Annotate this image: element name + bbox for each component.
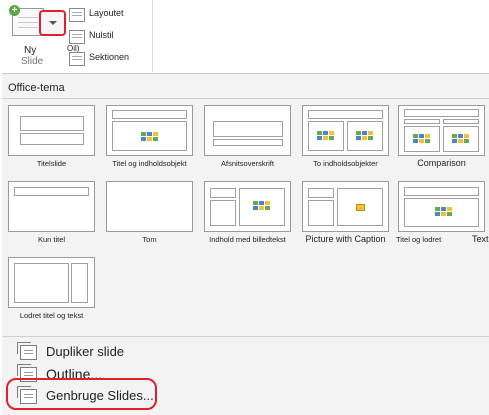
layout-thumb-comparison[interactable] [398, 105, 485, 156]
layout-caption: Picture with Caption [305, 234, 386, 244]
layout-thumb-title-only[interactable] [8, 181, 95, 232]
layout-caption: Afsnitsoverskrift [221, 159, 274, 168]
new-slide-dropdown-button[interactable] [39, 10, 66, 36]
layout-caption: Indhold med billedtekst [209, 235, 286, 244]
layout-thumb-two-content[interactable] [302, 105, 389, 156]
layout-caption: Comparison [417, 158, 466, 168]
panel-title: Office-tema [8, 82, 65, 94]
divider [2, 98, 489, 99]
layout-caption: Titel og lodret [396, 235, 442, 244]
layout-thumb-vertical-title-text[interactable] [8, 257, 95, 308]
reset-label: Nulstil [89, 30, 114, 40]
chevron-down-icon [49, 21, 57, 25]
new-slide-label-2[interactable]: Slide [21, 56, 43, 67]
ribbon: + Ny Slide Layoutet Nulstil Oil) Sektion… [0, 0, 489, 72]
layout-thumb-title-content[interactable] [106, 105, 193, 156]
layout-gallery-panel: Office-tema Titelslide Titel og indholds… [2, 73, 489, 415]
layout-thumb-blank[interactable] [106, 181, 193, 232]
plus-icon: + [9, 5, 20, 16]
layout-caption: To indholdsobjekter [313, 159, 378, 168]
layout-thumb-section-header[interactable] [204, 105, 291, 156]
layout-icon [69, 8, 85, 22]
layout-caption: Titel og indholdsobjekt [112, 159, 187, 168]
layout-caption: Text [472, 234, 489, 244]
layout-thumb-title-slide[interactable] [8, 105, 95, 156]
highlight-ring [6, 378, 157, 410]
layout-caption: Kun titel [37, 235, 66, 244]
new-slide-label[interactable]: Ny [24, 45, 36, 56]
layout-thumb-picture-caption[interactable] [302, 181, 389, 232]
layout-caption: Lodret titel og tekst [19, 311, 84, 320]
layout-thumb-content-caption[interactable] [204, 181, 291, 232]
duplicate-slide-icon [17, 342, 37, 360]
layout-thumb-title-vertical-text[interactable] [398, 181, 485, 232]
layout-caption: Titelslide [36, 159, 67, 168]
divider [2, 336, 489, 337]
section-label: Sektionen [89, 52, 130, 62]
duplicate-slide-label: Dupliker slide [46, 344, 125, 359]
layout-label: Layoutet [89, 8, 124, 18]
ribbon-divider [152, 0, 153, 72]
layout-caption: Tom [142, 235, 157, 244]
section-icon [69, 52, 85, 66]
reset-icon [69, 30, 85, 44]
